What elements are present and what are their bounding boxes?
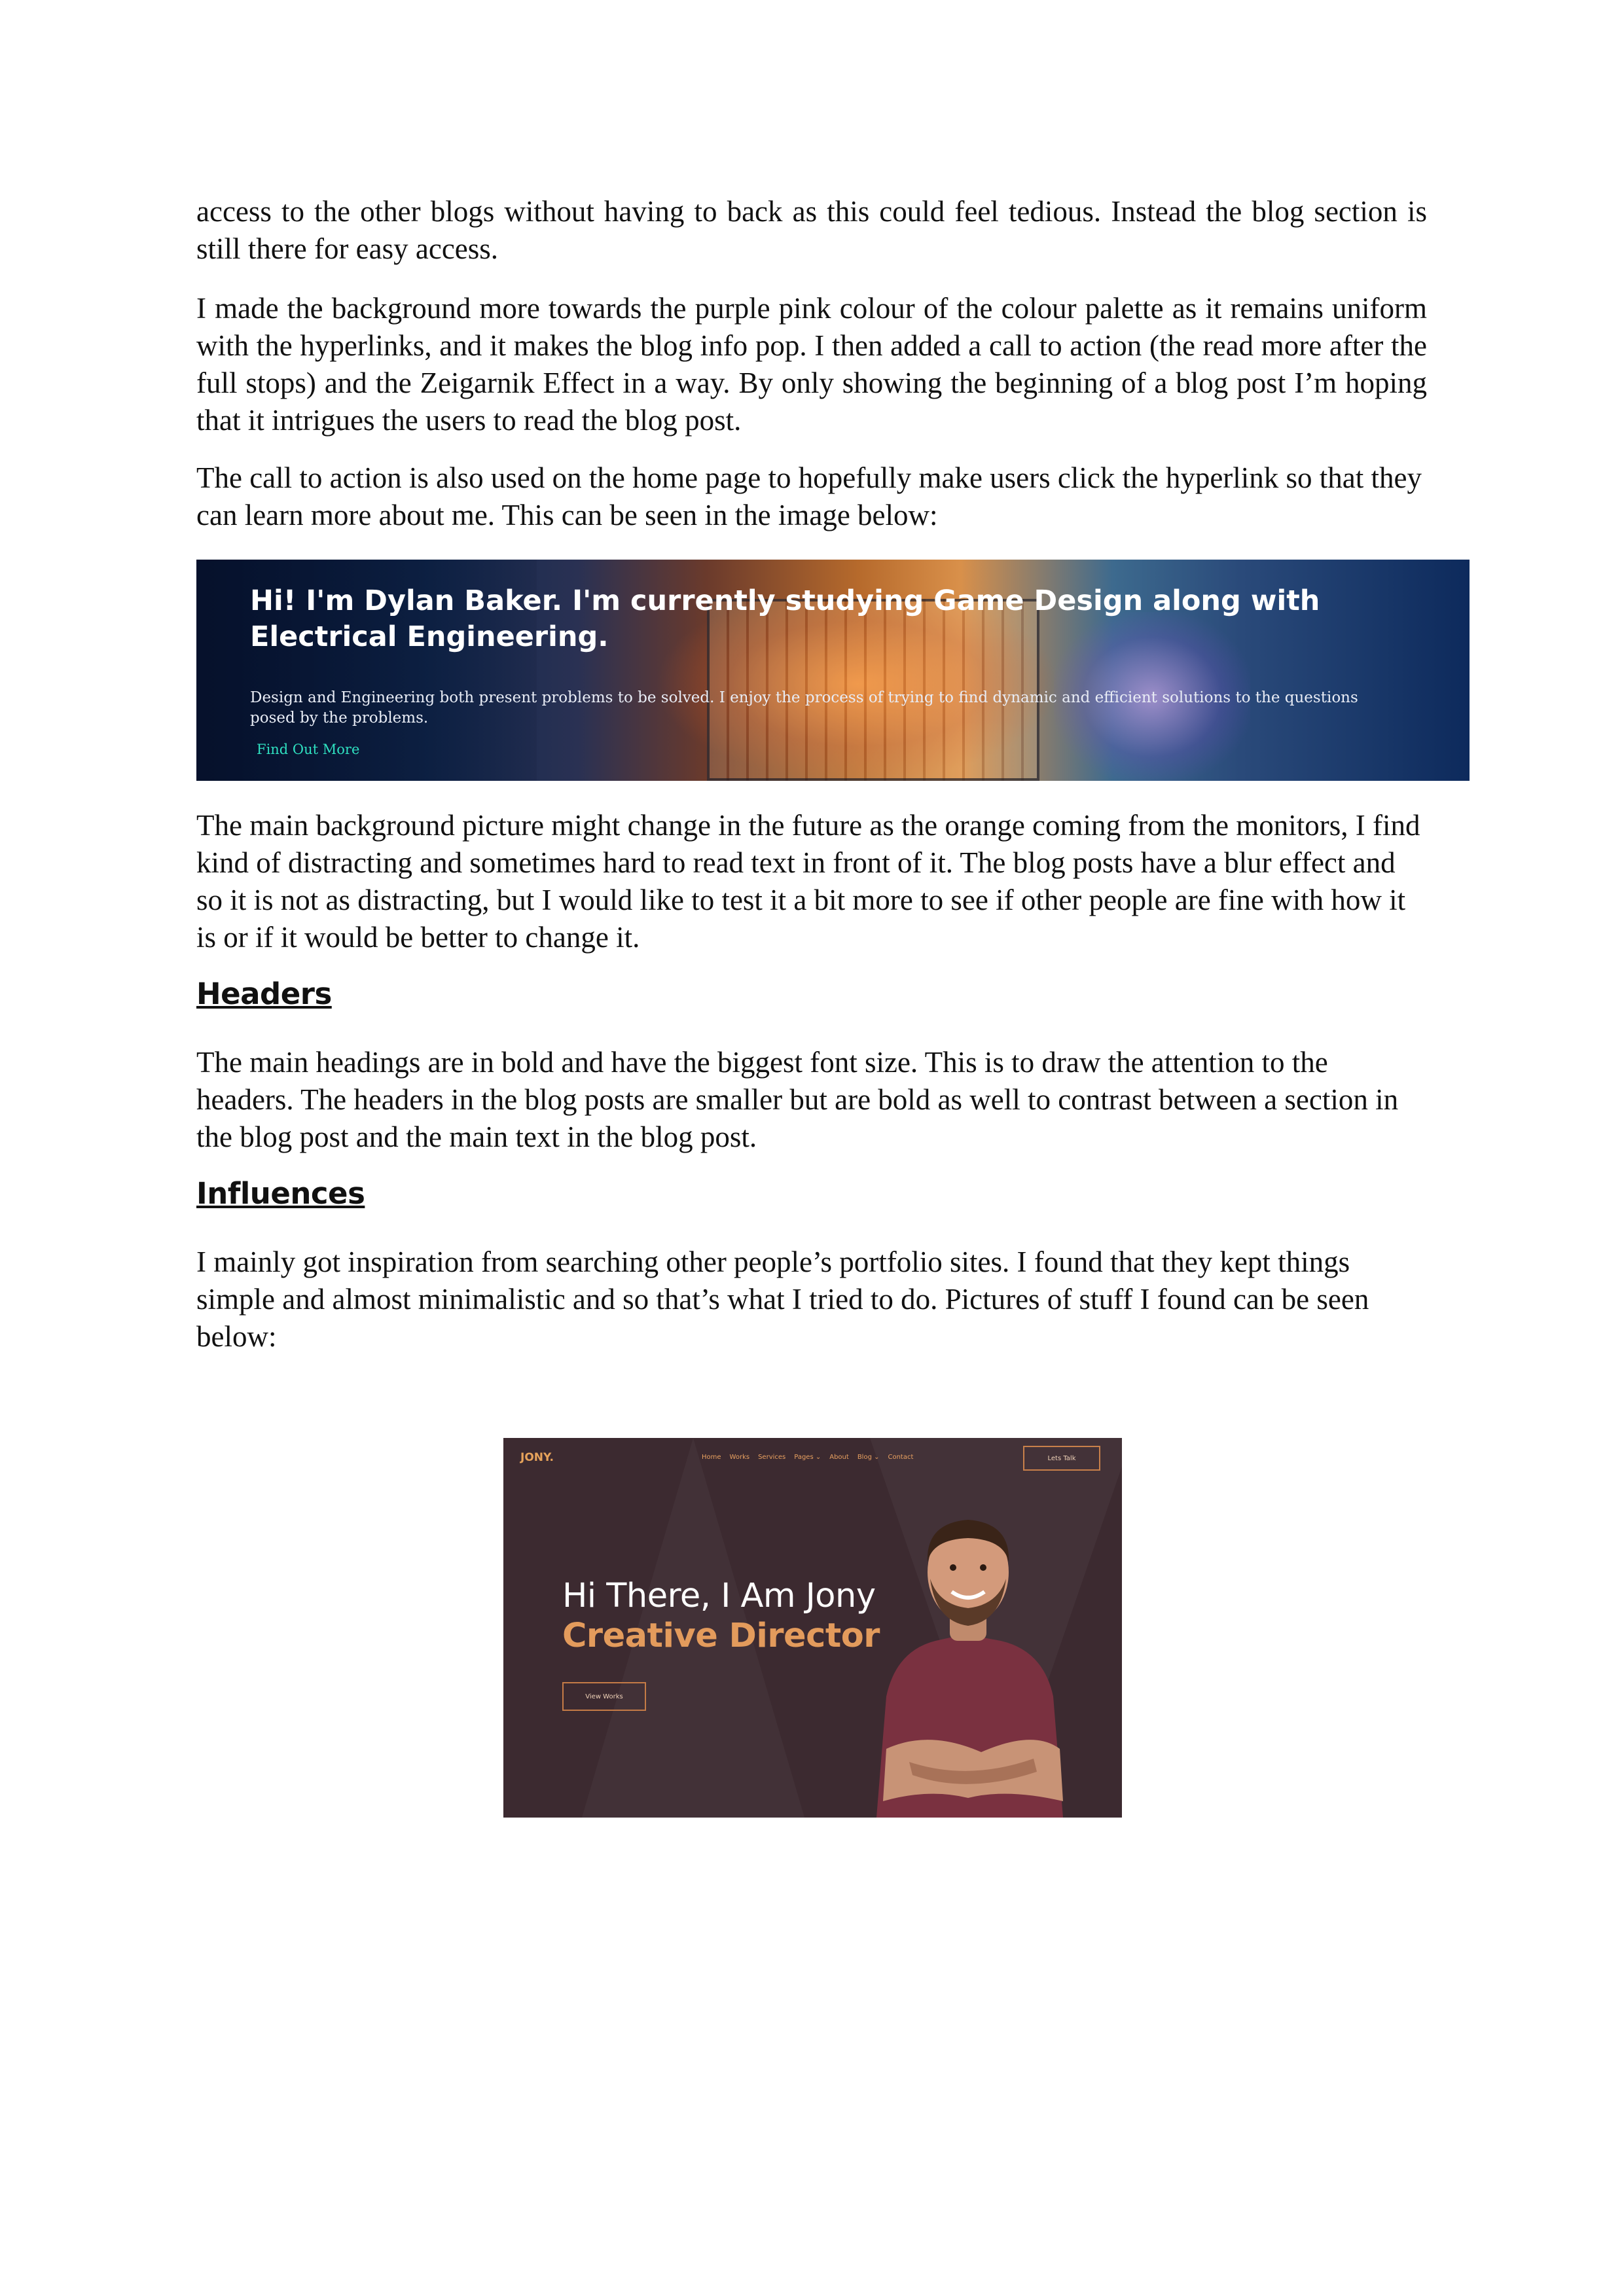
- jony-nav-item: About: [829, 1454, 849, 1461]
- paragraph-background-picture: The main background picture might change…: [196, 809, 1420, 954]
- paragraph-blog-access: access to the other blogs without having…: [196, 195, 1427, 265]
- jony-nav-item: Contact: [888, 1454, 914, 1461]
- paragraph-influences: I mainly got inspiration from searching …: [196, 1246, 1369, 1353]
- banner-title: Hi! I'm Dylan Baker. I'm currently study…: [250, 584, 1320, 653]
- document-page: access to the other blogs without having…: [0, 0, 1624, 2296]
- jony-title: Hi There, I Am Jony: [562, 1577, 876, 1615]
- banner-find-out-more-link: Find Out More: [257, 742, 360, 757]
- paragraph-background-colour: I made the background more towards the p…: [196, 292, 1427, 437]
- homepage-banner-screenshot: Hi! I'm Dylan Baker. I'm currently study…: [196, 560, 1470, 781]
- paragraph-headers: The main headings are in bold and have t…: [196, 1046, 1399, 1153]
- jony-subtitle: Creative Director: [562, 1617, 880, 1655]
- jony-nav-item: Works: [729, 1454, 750, 1461]
- person-eye: [980, 1564, 986, 1571]
- jony-nav-item: Home: [702, 1454, 721, 1461]
- jony-nav-item: Pages ⌄: [794, 1454, 821, 1461]
- jony-view-works-button: View Works: [562, 1682, 646, 1711]
- person-photo: [876, 1520, 1063, 1818]
- jony-portfolio-screenshot: JONY. Home Works Services Pages ⌄ About …: [503, 1438, 1122, 1818]
- banner-description: Design and Engineering both present prob…: [250, 689, 1358, 726]
- jony-nav-item: Blog ⌄: [857, 1454, 880, 1461]
- heading-influences: Influences: [196, 1176, 365, 1211]
- paragraph-call-to-action: The call to action is also used on the h…: [196, 461, 1422, 531]
- person-eye: [950, 1564, 956, 1571]
- jony-lets-talk-button: Lets Talk: [1023, 1446, 1100, 1471]
- heading-headers: Headers: [196, 977, 332, 1011]
- jony-logo: JONY.: [520, 1451, 554, 1464]
- jony-nav-item: Services: [758, 1454, 786, 1461]
- jony-nav: Home Works Services Pages ⌄ About Blog ⌄…: [702, 1454, 913, 1461]
